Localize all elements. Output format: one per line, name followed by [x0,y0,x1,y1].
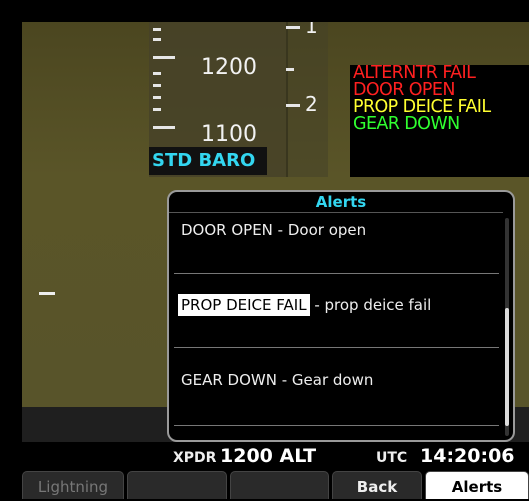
tape-tick [153,108,161,111]
tape-tick [153,38,161,41]
softkey-blank-3[interactable] [230,471,329,499]
softkey-lightning[interactable]: Lightning [22,471,124,499]
vertical-speed-scale: 1 2 [286,22,328,177]
alerts-scrollbar[interactable] [505,218,509,436]
alert-item[interactable]: GEAR DOWN - Gear down [181,371,373,389]
softkey-alerts[interactable]: Alerts [425,471,529,499]
vsi-label-1: 1 [305,22,318,38]
alert-item-sep: - [309,296,325,314]
alerts-list[interactable]: DOOR OPEN - Door open PROP DEICE FAIL - … [169,212,503,440]
crew-alerting-window: ALTERNTR FAIL DOOR OPEN PROP DEICE FAIL … [350,64,529,177]
alert-item-selected[interactable]: PROP DEICE FAIL - prop deice fail [178,294,432,316]
altitude-label-1200: 1200 [201,55,257,80]
vsi-tick [286,26,300,29]
status-bar: XPDR 1200 ALT UTC 14:20:06 [22,442,529,469]
list-divider [174,347,499,348]
alert-item-name: DOOR OPEN [181,221,273,239]
alert-item-desc: Gear down [291,371,374,389]
utc-label: UTC [376,450,408,466]
pfd-screen: 1200 1100 1 2 STD BARO ALTERNTR FAIL DOO… [22,22,529,501]
softkey-blank-2[interactable] [127,471,227,499]
alert-item-name: GEAR DOWN [181,371,277,389]
horizon-marker [39,292,55,295]
softkey-bar: Lightning Back Alerts [22,469,529,501]
baro-setting[interactable]: STD BARO [149,147,267,175]
alert-item[interactable]: DOOR OPEN - Door open [181,221,366,239]
cas-message: GEAR DOWN [353,114,460,134]
vsi-tick [286,104,300,107]
alert-item-desc: Door open [287,221,367,239]
list-divider [174,273,499,274]
scrollbar-thumb[interactable] [505,308,509,426]
altitude-label-1100: 1100 [201,122,257,147]
tape-tick [153,96,161,99]
alerts-window[interactable]: Alerts DOOR OPEN - Door open PROP DEICE … [167,190,515,442]
xpdr-label: XPDR [173,450,217,466]
xpdr-value[interactable]: 1200 ALT [220,445,316,467]
alert-item-desc: prop deice fail [324,296,432,314]
alert-item-sep: - [272,221,288,239]
softkey-back[interactable]: Back [332,471,422,499]
utc-time: 14:20:06 [420,445,515,467]
alerts-window-title: Alerts [315,193,367,211]
alert-item-name: PROP DEICE FAIL [178,294,310,316]
tape-tick [153,84,161,87]
tape-tick [153,56,175,59]
tape-tick [153,72,161,75]
vsi-label-2: 2 [305,92,318,116]
tape-tick [153,126,175,129]
list-divider [174,425,499,426]
tape-tick [153,28,161,31]
vsi-tick [286,68,294,71]
alert-item-sep: - [276,371,292,389]
